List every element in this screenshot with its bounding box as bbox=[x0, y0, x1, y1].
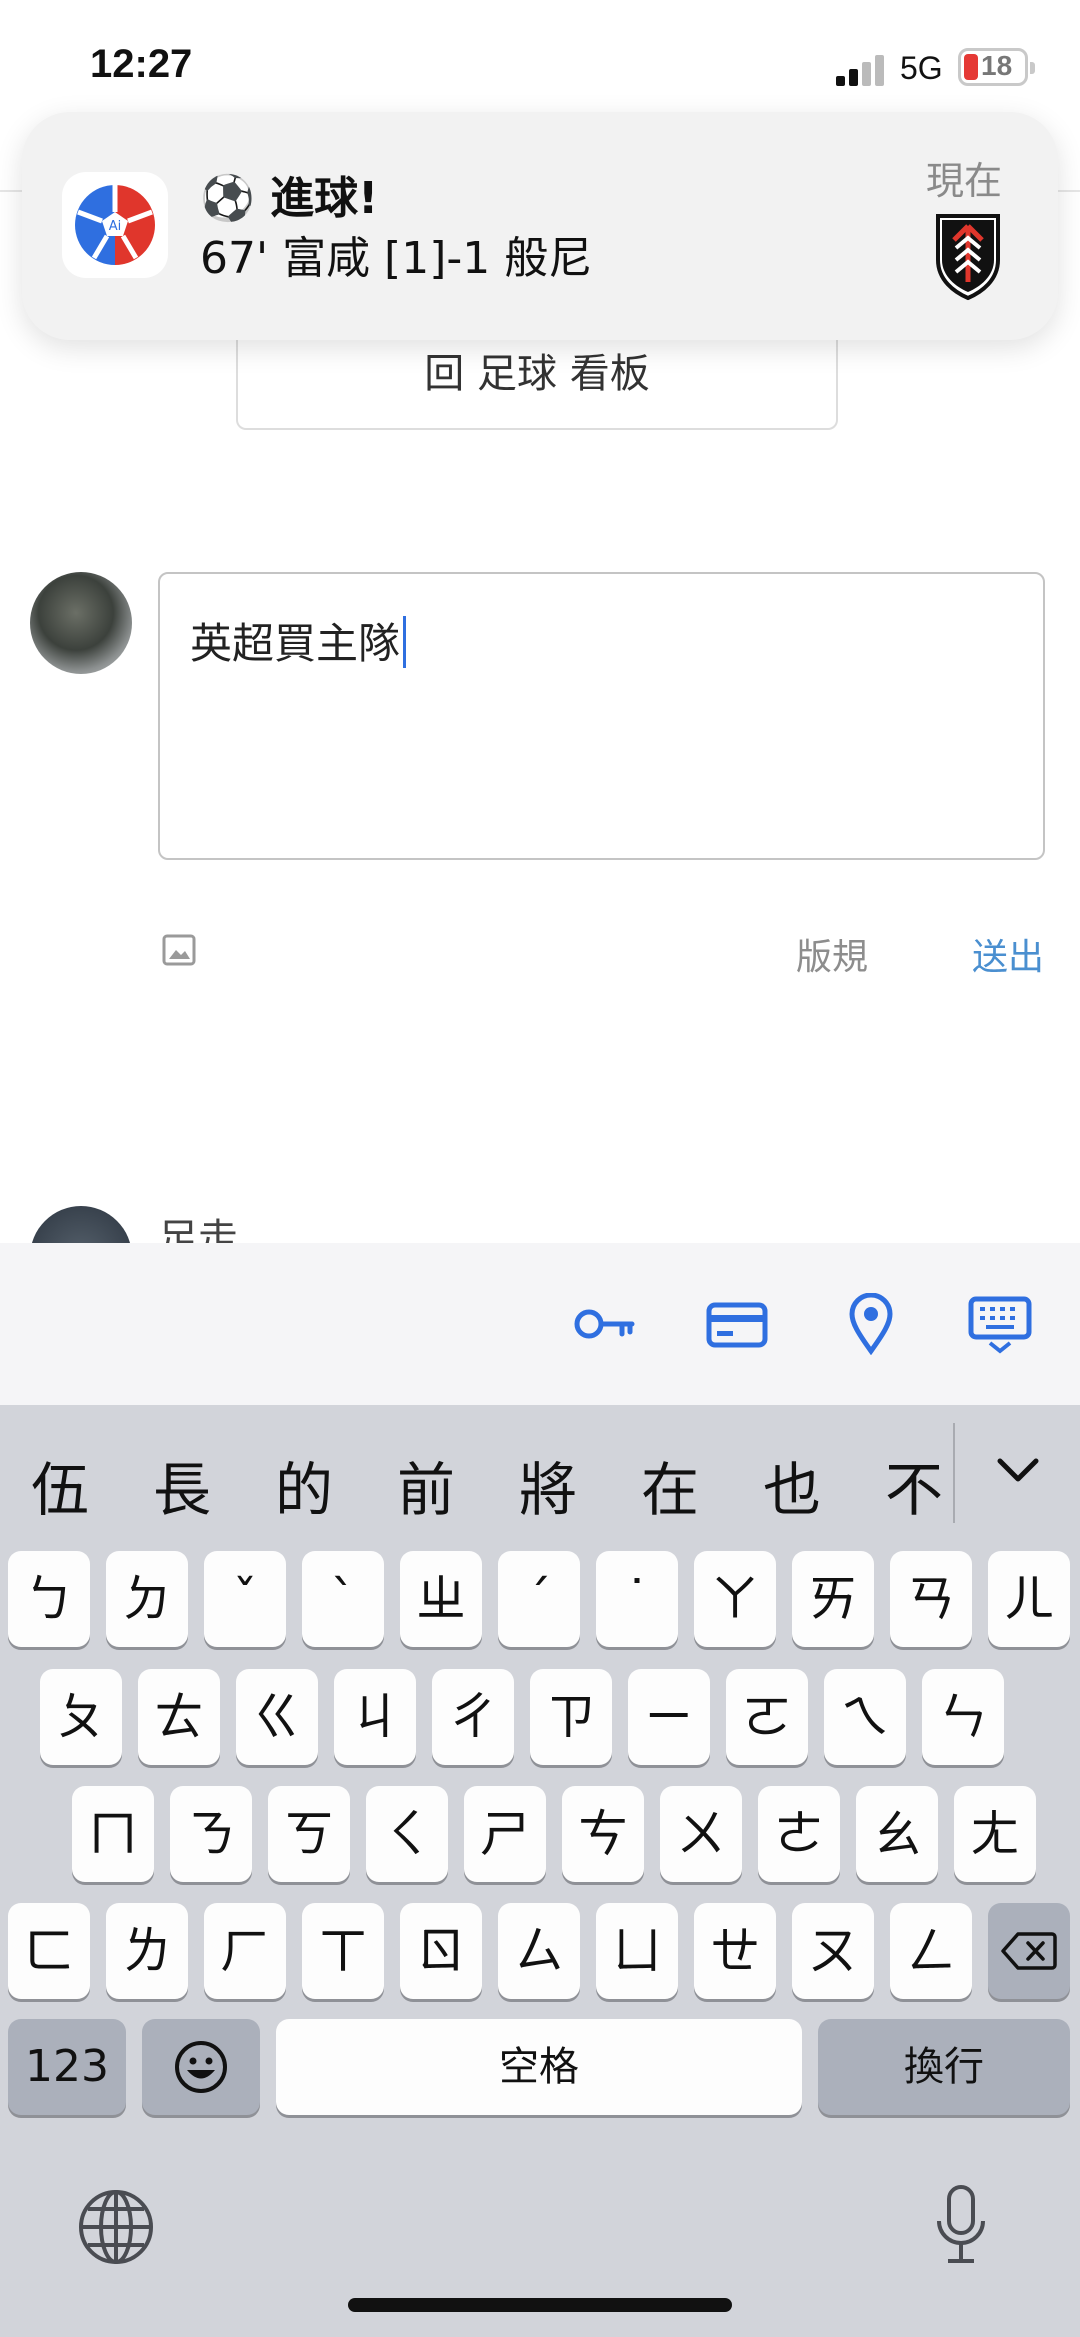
key[interactable]: ㄍ bbox=[236, 1669, 318, 1765]
status-time: 12:27 bbox=[90, 42, 193, 86]
key[interactable]: ㄣ bbox=[922, 1669, 1004, 1765]
key-icon[interactable] bbox=[572, 1293, 636, 1355]
svg-text:Ai: Ai bbox=[109, 219, 122, 234]
key[interactable]: ˋ bbox=[302, 1551, 384, 1647]
emoji-icon bbox=[175, 2041, 227, 2093]
chevron-down-icon[interactable] bbox=[990, 1443, 1046, 1499]
goal-notification[interactable]: Ai ⚽ 進球! 67' 富咸 [1]-1 般尼 現在 bbox=[22, 112, 1058, 340]
network-type: 5G bbox=[900, 50, 943, 86]
key[interactable]: ㄔ bbox=[432, 1669, 514, 1765]
key[interactable]: ㄘ bbox=[562, 1786, 644, 1882]
candidate-7[interactable]: 也 bbox=[752, 1443, 832, 1527]
key[interactable]: ˙ bbox=[596, 1551, 678, 1647]
key[interactable]: ㄩ bbox=[596, 1903, 678, 1999]
comment-input[interactable]: 英超買主隊 bbox=[158, 572, 1045, 860]
candidate-2[interactable]: 長 bbox=[142, 1443, 222, 1527]
candidate-3[interactable]: 的 bbox=[264, 1443, 344, 1527]
key[interactable]: ㄨ bbox=[660, 1786, 742, 1882]
key[interactable]: ㄏ bbox=[204, 1903, 286, 1999]
cellular-signal-icon bbox=[836, 54, 888, 86]
notification-time: 現在 bbox=[925, 159, 1002, 203]
key[interactable]: ㄓ bbox=[400, 1551, 482, 1647]
key[interactable]: ㄎ bbox=[268, 1786, 350, 1882]
candidate-1[interactable]: 伍 bbox=[20, 1443, 100, 1527]
key[interactable]: ㄤ bbox=[954, 1786, 1036, 1882]
location-pin-icon[interactable] bbox=[848, 1292, 894, 1356]
key[interactable]: ㄦ bbox=[988, 1551, 1070, 1647]
key[interactable]: ㄚ bbox=[694, 1551, 776, 1647]
key[interactable]: ˊ bbox=[498, 1551, 580, 1647]
keyboard-hide-icon[interactable] bbox=[968, 1293, 1032, 1355]
zhuyin-keyboard: 伍 長 的 前 將 在 也 不 ㄅ ㄉ ˇ ˋ ㄓ ˊ ˙ ㄚ ㄞ ㄢ ㄦ ㄆ … bbox=[0, 1405, 1080, 2337]
candidate-8[interactable]: 不 bbox=[874, 1443, 954, 1527]
candidate-5[interactable]: 將 bbox=[508, 1443, 588, 1527]
key[interactable]: ㄅ bbox=[8, 1551, 90, 1647]
credit-card-icon[interactable] bbox=[706, 1293, 768, 1355]
ball-app-icon: Ai bbox=[62, 172, 168, 278]
user-avatar bbox=[30, 572, 132, 674]
key[interactable]: ㄆ bbox=[40, 1669, 122, 1765]
rules-link[interactable]: 版規 bbox=[796, 928, 868, 980]
globe-icon[interactable] bbox=[76, 2187, 156, 2267]
key[interactable]: ㄛ bbox=[726, 1669, 808, 1765]
backspace-icon bbox=[1001, 1932, 1057, 1970]
key[interactable]: ㄥ bbox=[890, 1903, 972, 1999]
key[interactable]: ㄟ bbox=[824, 1669, 906, 1765]
key[interactable]: ㄖ bbox=[400, 1903, 482, 1999]
key[interactable]: ㄡ bbox=[792, 1903, 874, 1999]
key[interactable]: ㄉ bbox=[106, 1551, 188, 1647]
candidate-bar: 伍 長 的 前 將 在 也 不 bbox=[0, 1405, 1080, 1551]
battery-icon: 18 bbox=[958, 48, 1035, 86]
key[interactable]: ㄞ bbox=[792, 1551, 874, 1647]
space-key[interactable]: 空格 bbox=[276, 2019, 802, 2115]
microphone-icon[interactable] bbox=[932, 2183, 990, 2267]
key[interactable]: ㄠ bbox=[856, 1786, 938, 1882]
keyboard-accessory-bar bbox=[0, 1243, 1080, 1405]
candidate-4[interactable]: 前 bbox=[386, 1443, 466, 1527]
battery-level: 18 bbox=[981, 50, 1013, 81]
key[interactable]: ㄒ bbox=[302, 1903, 384, 1999]
comment-input-text: 英超買主隊 bbox=[190, 619, 401, 668]
candidate-divider bbox=[953, 1423, 955, 1523]
numbers-key[interactable]: 123 bbox=[8, 2019, 126, 2115]
candidate-6[interactable]: 在 bbox=[630, 1443, 710, 1527]
key[interactable]: ㄙ bbox=[498, 1903, 580, 1999]
submit-link[interactable]: 送出 bbox=[972, 928, 1044, 980]
key[interactable]: ㄋ bbox=[170, 1786, 252, 1882]
text-caret bbox=[403, 616, 407, 668]
home-indicator[interactable] bbox=[348, 2298, 732, 2312]
key[interactable]: ㄢ bbox=[890, 1551, 972, 1647]
image-icon[interactable] bbox=[162, 934, 196, 966]
emoji-key[interactable] bbox=[142, 2019, 260, 2115]
key[interactable]: ㄌ bbox=[106, 1903, 188, 1999]
key[interactable]: ㄈ bbox=[8, 1903, 90, 1999]
key[interactable]: ㄧ bbox=[628, 1669, 710, 1765]
key[interactable]: ㄐ bbox=[334, 1669, 416, 1765]
key[interactable]: ㄑ bbox=[366, 1786, 448, 1882]
fulham-crest-icon bbox=[932, 212, 1004, 302]
key[interactable]: ㄇ bbox=[72, 1786, 154, 1882]
key[interactable]: ㄜ bbox=[758, 1786, 840, 1882]
key[interactable]: ˇ bbox=[204, 1551, 286, 1647]
delete-key[interactable] bbox=[988, 1903, 1070, 1999]
return-key[interactable]: 換行 bbox=[818, 2019, 1070, 2115]
notification-title: ⚽ 進球! bbox=[200, 173, 379, 224]
key[interactable]: ㄕ bbox=[464, 1786, 546, 1882]
notification-body: 67' 富咸 [1]-1 般尼 bbox=[200, 233, 593, 284]
key[interactable]: ㄝ bbox=[694, 1903, 776, 1999]
key[interactable]: ㄗ bbox=[530, 1669, 612, 1765]
key[interactable]: ㄊ bbox=[138, 1669, 220, 1765]
